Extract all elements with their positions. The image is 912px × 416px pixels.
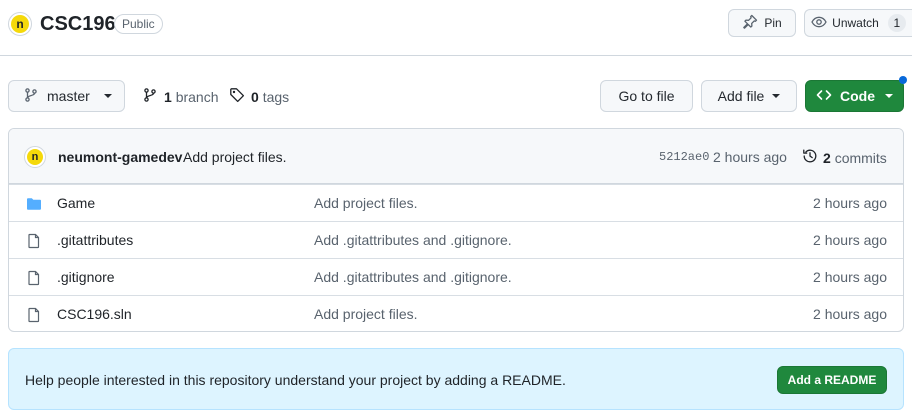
file-row-gitattributes[interactable]: .gitattributes Add .gitattributes and .g… — [9, 221, 903, 258]
file-commit-message[interactable]: Add .gitattributes and .gitignore. — [314, 232, 512, 248]
add-readme-button[interactable]: Add a README — [777, 366, 887, 394]
watch-count-badge: 1 — [887, 14, 906, 32]
pin-icon — [742, 14, 758, 33]
tag-count-label: tags — [262, 89, 290, 105]
commit-sha[interactable]: 5212ae0 — [659, 150, 709, 164]
code-label: Code — [840, 88, 875, 104]
branch-selector-button[interactable]: master — [8, 80, 125, 112]
unwatch-button[interactable]: Unwatch 1 — [804, 9, 912, 37]
file-name[interactable]: Game — [57, 195, 95, 211]
pin-button[interactable]: Pin — [728, 9, 796, 37]
visibility-badge: Public — [114, 14, 163, 34]
file-list: n neumont-gamedev Add project files. 521… — [8, 128, 904, 332]
file-commit-message[interactable]: Add project files. — [314, 306, 418, 322]
tag-icon — [229, 87, 245, 107]
code-button[interactable]: Code — [805, 80, 904, 112]
commit-count: 2 — [823, 149, 831, 166]
branch-name: master — [47, 88, 90, 104]
readme-banner: Help people interested in this repositor… — [8, 348, 904, 410]
add-file-button[interactable]: Add file — [701, 80, 797, 112]
code-icon — [816, 87, 832, 106]
branches-link[interactable]: 1 branch — [142, 87, 219, 107]
chevron-down-icon — [772, 94, 781, 98]
file-icon — [26, 307, 42, 326]
file-row-csc196-sln[interactable]: CSC196.sln Add project files. 2 hours ag… — [9, 295, 903, 331]
repo-header: n CSC196 Public Pin Unwatch 1 — [0, 0, 912, 56]
unwatch-label: Unwatch — [832, 16, 879, 30]
repo-name[interactable]: CSC196 — [40, 12, 116, 36]
commit-count-label: commits — [834, 149, 887, 166]
latest-commit-bar: n neumont-gamedev Add project files. 521… — [9, 129, 903, 184]
pin-label: Pin — [764, 16, 782, 30]
go-to-file-label: Go to file — [618, 88, 675, 104]
commit-author[interactable]: neumont-gamedev — [58, 149, 182, 165]
go-to-file-button[interactable]: Go to file — [600, 80, 693, 112]
file-age: 2 hours ago — [813, 306, 887, 322]
file-age: 2 hours ago — [813, 269, 887, 285]
file-commit-message[interactable]: Add .gitattributes and .gitignore. — [314, 269, 512, 285]
file-icon — [26, 270, 42, 289]
file-age: 2 hours ago — [813, 232, 887, 248]
branch-count-label: branch — [175, 89, 219, 105]
commit-message[interactable]: Add project files. — [183, 149, 287, 165]
file-row-game[interactable]: Game Add project files. 2 hours ago — [9, 184, 903, 221]
chevron-down-icon — [885, 94, 893, 98]
folder-icon — [26, 196, 42, 215]
git-branch-icon — [23, 87, 39, 106]
file-name[interactable]: .gitattributes — [57, 232, 133, 248]
chevron-down-icon — [103, 94, 112, 98]
avatar-letter: n — [11, 15, 29, 33]
commits-history-link[interactable]: 2 commits — [802, 148, 887, 167]
notification-dot — [899, 76, 907, 84]
tags-link[interactable]: 0 tags — [229, 87, 289, 107]
add-file-label: Add file — [717, 88, 765, 104]
history-icon — [802, 148, 818, 167]
git-branch-icon — [142, 87, 158, 107]
owner-avatar[interactable]: n — [8, 12, 32, 36]
add-readme-label: Add a README — [787, 373, 877, 387]
file-row-gitignore[interactable]: .gitignore Add .gitattributes and .gitig… — [9, 258, 903, 295]
eye-icon — [811, 14, 827, 33]
commit-author-avatar[interactable]: n — [24, 146, 46, 168]
file-name[interactable]: .gitignore — [57, 269, 115, 285]
branch-count: 1 — [164, 89, 172, 105]
file-age: 2 hours ago — [813, 195, 887, 211]
file-name[interactable]: CSC196.sln — [57, 306, 132, 322]
commit-time: 2 hours ago — [713, 149, 787, 165]
avatar-letter: n — [27, 149, 43, 165]
file-commit-message[interactable]: Add project files. — [314, 195, 418, 211]
file-icon — [26, 233, 42, 252]
tag-count: 0 — [251, 89, 259, 105]
readme-prompt-text: Help people interested in this repositor… — [25, 372, 566, 388]
